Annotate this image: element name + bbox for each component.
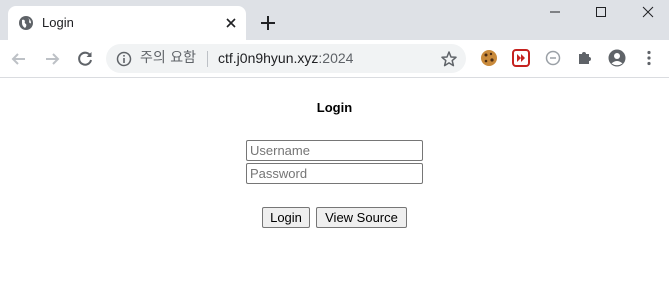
kebab-menu-icon[interactable] xyxy=(640,49,658,67)
blocked-extension-icon[interactable] xyxy=(544,49,562,67)
back-arrow-icon[interactable] xyxy=(9,49,29,69)
puzzle-extensions-icon[interactable] xyxy=(576,49,594,67)
page-content: Login Login View Source xyxy=(0,78,669,299)
reload-icon[interactable] xyxy=(75,49,95,69)
tab-strip: Login xyxy=(0,0,669,40)
address-bar[interactable]: 주의 요함 ctf.j0n9hyun.xyz:2024 xyxy=(106,44,466,73)
minimize-icon[interactable] xyxy=(545,4,565,20)
tab-title: Login xyxy=(42,15,74,30)
tab-login[interactable]: Login xyxy=(8,6,246,40)
forward-arrow-icon[interactable] xyxy=(42,49,62,69)
info-icon[interactable] xyxy=(116,51,132,67)
url-text[interactable]: ctf.j0n9hyun.xyz:2024 xyxy=(218,50,353,67)
window-close-icon[interactable] xyxy=(638,4,658,20)
page-title: Login xyxy=(316,100,353,115)
bookmark-star-icon[interactable] xyxy=(440,50,458,68)
login-button[interactable]: Login xyxy=(262,207,310,228)
password-input[interactable] xyxy=(246,163,423,184)
close-tab-icon[interactable] xyxy=(223,15,239,31)
url-host: ctf.j0n9hyun.xyz xyxy=(218,50,319,66)
browser-toolbar: 주의 요함 ctf.j0n9hyun.xyz:2024 xyxy=(0,40,669,78)
not-secure-label[interactable]: 주의 요함 xyxy=(140,50,196,67)
address-divider xyxy=(207,51,208,67)
fast-forward-extension-icon[interactable] xyxy=(512,49,530,67)
cookie-extension-icon[interactable] xyxy=(480,49,498,67)
url-port: :2024 xyxy=(318,50,354,66)
maximize-icon[interactable] xyxy=(591,4,611,20)
view-source-button[interactable]: View Source xyxy=(316,207,407,228)
profile-avatar-icon[interactable] xyxy=(608,49,626,67)
username-input[interactable] xyxy=(246,140,423,161)
globe-icon xyxy=(19,16,33,30)
new-tab-icon[interactable] xyxy=(259,14,277,32)
